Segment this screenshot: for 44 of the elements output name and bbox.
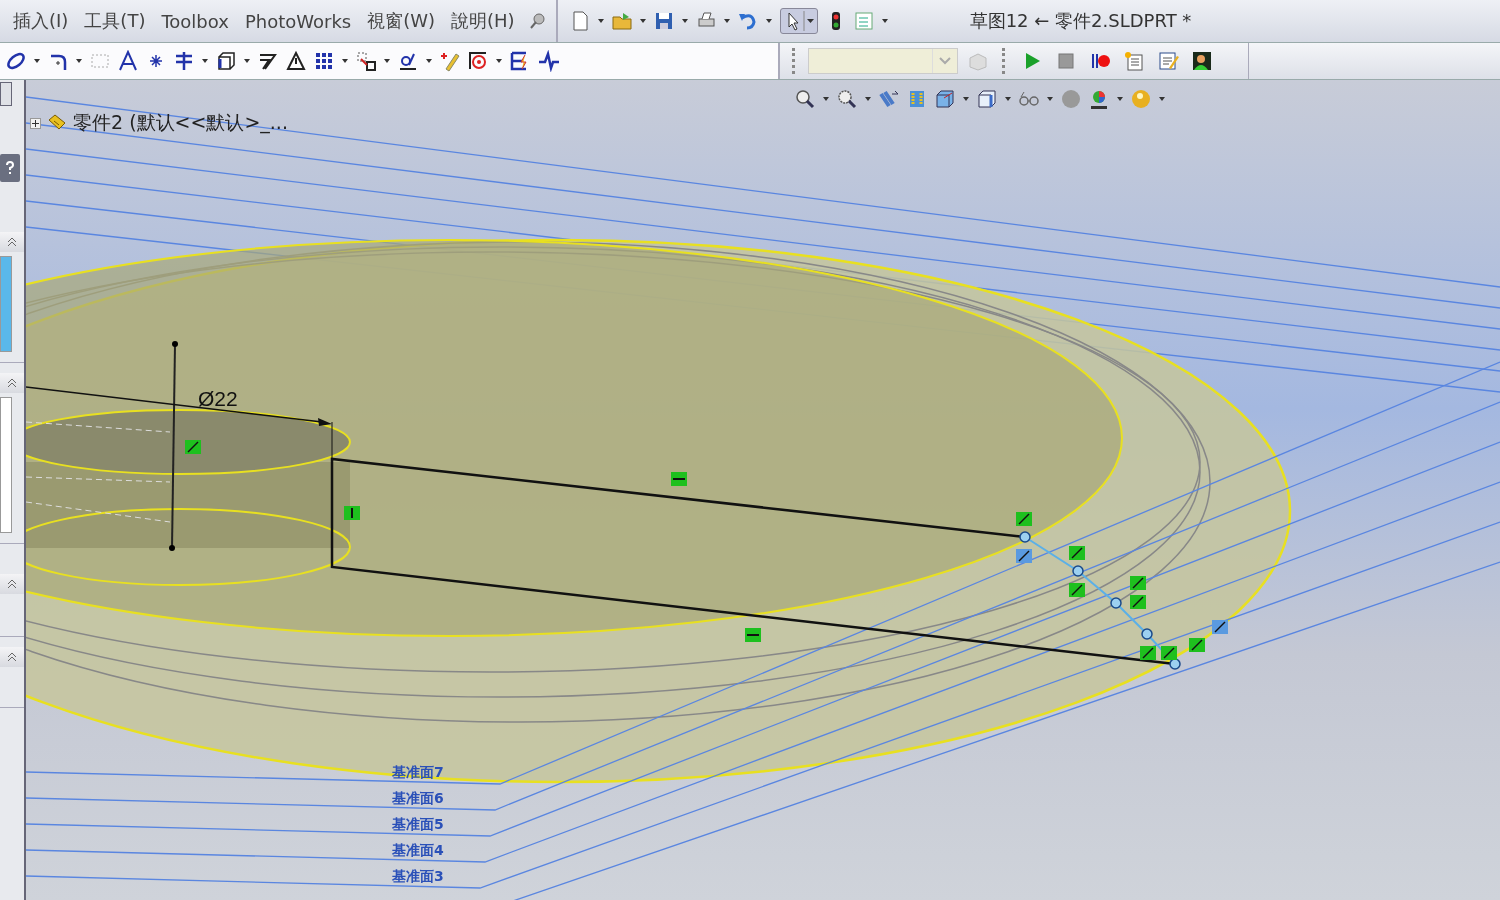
collapse-chevron-icon[interactable] — [0, 574, 24, 594]
relation-marker[interactable] — [1016, 512, 1032, 526]
plane-label: 基准面6 — [392, 790, 444, 806]
collapse-chevron-icon[interactable] — [0, 373, 24, 393]
expand-toggle[interactable] — [30, 117, 41, 129]
question-mark-icon — [5, 161, 15, 175]
relation-marker[interactable] — [1069, 546, 1085, 560]
spline-point[interactable] — [1110, 597, 1122, 609]
relation-marker[interactable] — [1189, 638, 1205, 652]
select-button[interactable] — [779, 8, 818, 34]
relation-marker[interactable] — [1130, 595, 1146, 609]
dropdown-field[interactable] — [808, 48, 958, 74]
plane-label: 基准面3 — [392, 868, 444, 884]
window-title: 草图12 ← 零件2.SLDPRT * — [969, 9, 1192, 33]
plane-label: 基准面5 — [392, 816, 444, 832]
toolbar-grip[interactable] — [1002, 48, 1008, 74]
relation-marker[interactable] — [1212, 620, 1228, 634]
relation-marker[interactable] — [1140, 646, 1156, 660]
dimension-value[interactable]: Ø22 — [198, 387, 238, 410]
menu-item[interactable]: 視窗(W) — [360, 9, 443, 33]
relation-marker[interactable] — [1161, 646, 1177, 660]
selection-list[interactable] — [0, 397, 12, 533]
help-button[interactable] — [0, 154, 20, 182]
collapse-chevron-icon[interactable] — [0, 232, 24, 252]
spline-point[interactable] — [1072, 565, 1084, 577]
relation-marker[interactable] — [671, 472, 687, 486]
collapse-chevron-icon[interactable] — [0, 647, 24, 667]
menu-item[interactable]: 說明(H) — [444, 9, 522, 33]
menu-item[interactable]: Toolbox — [154, 10, 236, 32]
relation-marker[interactable] — [1016, 549, 1032, 563]
menu-item[interactable]: 插入(I) — [6, 9, 76, 33]
relation-marker[interactable] — [745, 628, 761, 642]
tree-item[interactable]: 零件2 (默认<<默认>_... — [73, 110, 288, 136]
panel-tab[interactable] — [0, 82, 12, 106]
relation-marker[interactable] — [185, 440, 201, 454]
relation-marker[interactable] — [1130, 576, 1146, 590]
spline-point[interactable] — [1141, 628, 1153, 640]
relation-marker[interactable] — [344, 506, 360, 520]
spline-point[interactable] — [1019, 531, 1031, 543]
menu-item[interactable]: 工具(T) — [77, 9, 153, 33]
plane-label: 基准面4 — [392, 842, 444, 858]
menu-item[interactable]: PhotoWorks — [237, 10, 359, 32]
toolbar-grip[interactable] — [792, 48, 798, 74]
relation-marker[interactable] — [1069, 583, 1085, 597]
